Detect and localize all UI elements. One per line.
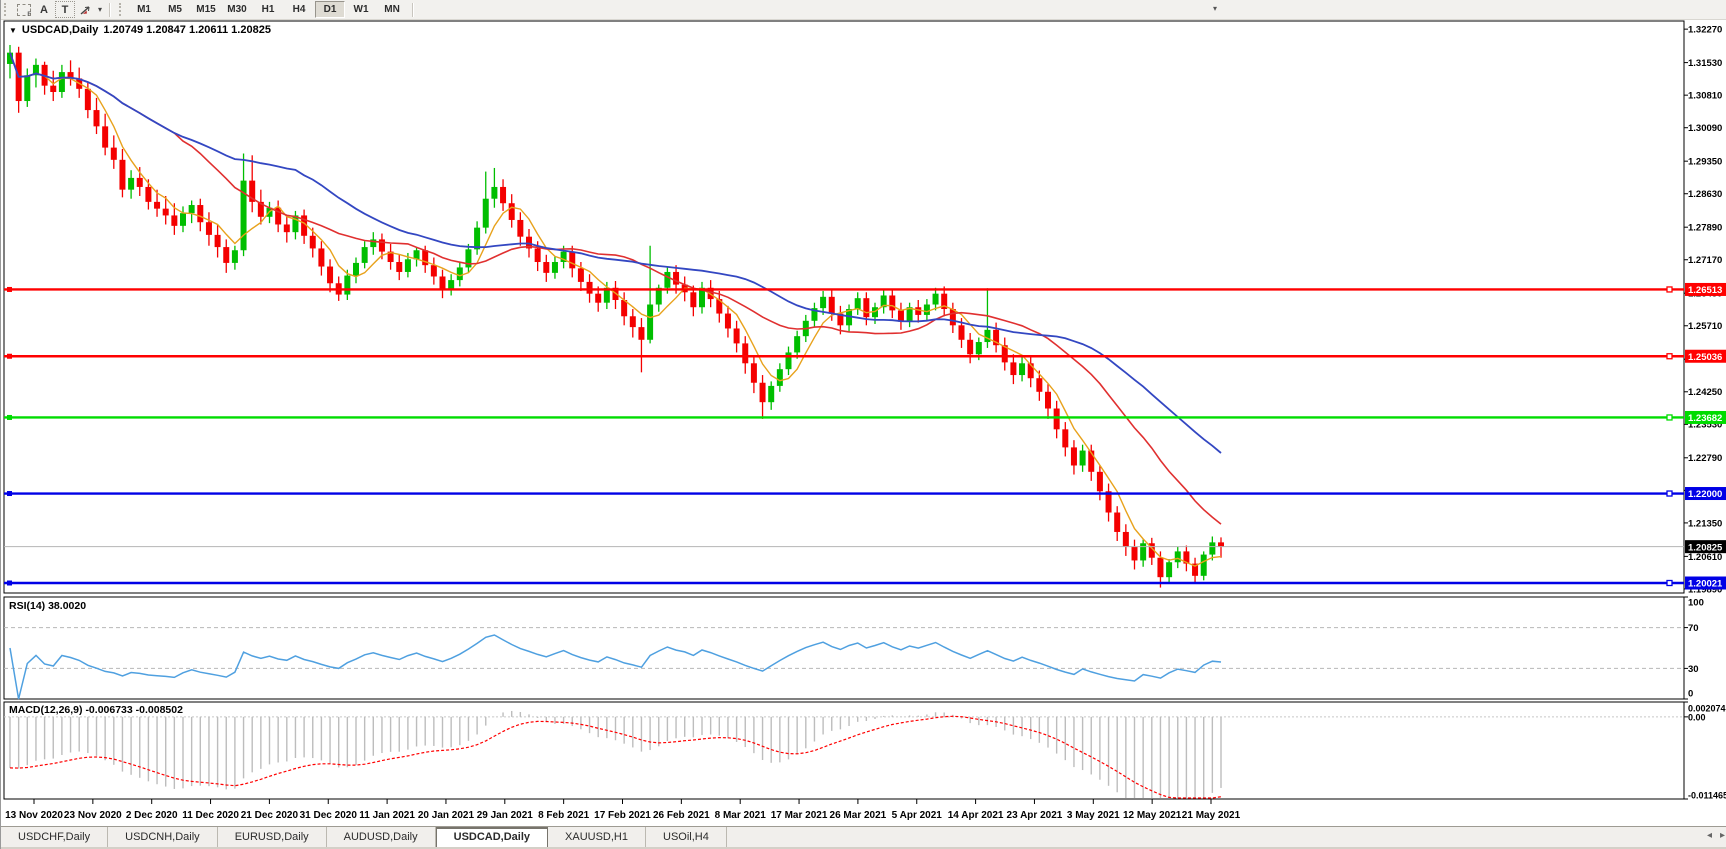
- tab-eurusd-daily[interactable]: EURUSD,Daily: [218, 827, 327, 847]
- svg-text:1.27170: 1.27170: [1688, 255, 1722, 266]
- tab-audusd-daily[interactable]: AUDUSD,Daily: [327, 827, 436, 847]
- diagonal-arrows-icon: [80, 5, 90, 15]
- date-axis: 13 Nov 2020 23 Nov 2020 2 Dec 2020 11 Dec 2…: [5, 799, 1241, 821]
- tab-scroll-left-icon[interactable]: ◂: [1707, 829, 1712, 843]
- svg-text:70: 70: [1688, 623, 1699, 634]
- dashed-box-icon: F: [17, 3, 31, 18]
- svg-text:23 Apr 2021: 23 Apr 2021: [1007, 810, 1063, 821]
- svg-text:1.24250: 1.24250: [1688, 387, 1722, 398]
- svg-text:17 Feb 2021: 17 Feb 2021: [594, 810, 651, 821]
- svg-text:1.29350: 1.29350: [1688, 157, 1722, 168]
- tab-usdcnh-daily[interactable]: USDCNH,Daily: [108, 827, 218, 847]
- svg-text:1.25036: 1.25036: [1688, 352, 1722, 363]
- svg-text:1.20610: 1.20610: [1688, 552, 1722, 563]
- tab-scroll-right-icon[interactable]: ▸: [1720, 829, 1725, 843]
- timeframe-m5[interactable]: M5: [160, 1, 190, 18]
- price-chart[interactable]: 1.32270 1.31530 1.30810 1.30090 1.29350 1.286…: [1, 0, 1726, 826]
- chevron-down-icon[interactable]: ▾: [98, 5, 102, 14]
- svg-text:1.30810: 1.30810: [1688, 91, 1722, 102]
- text-tool-icon[interactable]: T: [55, 1, 75, 18]
- svg-text:1.25710: 1.25710: [1688, 321, 1722, 332]
- svg-text:3 May 2021: 3 May 2021: [1067, 810, 1120, 821]
- svg-text:5 Apr 2021: 5 Apr 2021: [892, 810, 943, 821]
- timeframe-m30[interactable]: M30: [222, 1, 252, 18]
- svg-text:8 Feb 2021: 8 Feb 2021: [538, 810, 590, 821]
- timeframe-h4[interactable]: H4: [284, 1, 314, 18]
- svg-text:30: 30: [1688, 664, 1699, 675]
- svg-text:11 Dec 2020: 11 Dec 2020: [182, 810, 239, 821]
- svg-text:12 May 2021: 12 May 2021: [1123, 810, 1182, 821]
- svg-text:1.32270: 1.32270: [1688, 25, 1722, 36]
- svg-text:11 Jan 2021: 11 Jan 2021: [359, 810, 415, 821]
- mt4-window: F A T ▾ M1 M5 M15 M30 H1 H4 D1 W1 MN ▾ 1.32270 1.…: [0, 0, 1726, 849]
- price-axis: 1.32270 1.31530 1.30810 1.30090 1.29350 1.286…: [1684, 25, 1722, 595]
- tab-xauusd-h1[interactable]: XAUUSD,H1: [548, 827, 646, 847]
- svg-text:1.28630: 1.28630: [1688, 189, 1722, 200]
- timeframe-mn[interactable]: MN: [377, 1, 407, 18]
- svg-text:1.31530: 1.31530: [1688, 58, 1722, 69]
- toolbar: F A T ▾ M1 M5 M15 M30 H1 H4 D1 W1 MN ▾: [1, 0, 1726, 20]
- svg-text:29 Jan 2021: 29 Jan 2021: [477, 810, 534, 821]
- toolbar-grip[interactable]: [4, 3, 11, 16]
- svg-text:23 Nov 2020: 23 Nov 2020: [64, 810, 122, 821]
- svg-text:31 Dec 2020: 31 Dec 2020: [300, 810, 358, 821]
- toolbar-grip-2[interactable]: [119, 3, 126, 16]
- svg-text:26 Mar 2021: 26 Mar 2021: [830, 810, 887, 821]
- tab-usdcad-daily[interactable]: USDCAD,Daily: [435, 827, 549, 847]
- svg-text:1.21350: 1.21350: [1688, 518, 1722, 529]
- tab-usoil-h4[interactable]: USOil,H4: [646, 827, 727, 847]
- svg-text:1.26513: 1.26513: [1688, 285, 1722, 296]
- svg-text:13 Nov 2020: 13 Nov 2020: [5, 810, 63, 821]
- svg-text:21 May 2021: 21 May 2021: [1182, 810, 1241, 821]
- timeframe-m15[interactable]: M15: [191, 1, 221, 18]
- svg-text:2 Dec 2020: 2 Dec 2020: [126, 810, 178, 821]
- svg-text:1.22790: 1.22790: [1688, 453, 1722, 464]
- svg-text:20 Jan 2021: 20 Jan 2021: [418, 810, 475, 821]
- svg-text:17 Mar 2021: 17 Mar 2021: [771, 810, 828, 821]
- svg-text:1.22000: 1.22000: [1688, 489, 1722, 500]
- toolbar-separator: [109, 2, 112, 17]
- arrows-icon[interactable]: [77, 2, 95, 17]
- template-icon[interactable]: F: [15, 2, 33, 18]
- svg-text:100: 100: [1688, 597, 1704, 608]
- tab-usdchf-daily[interactable]: USDCHF,Daily: [1, 827, 109, 847]
- toolbar-separator-2: [412, 2, 415, 17]
- text-label-icon[interactable]: A: [35, 2, 53, 17]
- svg-text:1.30090: 1.30090: [1688, 123, 1722, 134]
- svg-text:1.27890: 1.27890: [1688, 223, 1722, 234]
- svg-text:1.20021: 1.20021: [1688, 579, 1723, 590]
- svg-text:14 Apr 2021: 14 Apr 2021: [948, 810, 1004, 821]
- chart-panels: [3, 20, 1685, 800]
- svg-text:21 Dec 2020: 21 Dec 2020: [241, 810, 299, 821]
- timeframe-d1[interactable]: D1: [315, 1, 346, 18]
- svg-text:26 Feb 2021: 26 Feb 2021: [653, 810, 710, 821]
- svg-text:0: 0: [1688, 688, 1693, 699]
- timeframe-h1[interactable]: H1: [253, 1, 283, 18]
- tab-scroll-buttons: ◂ ▸: [1707, 829, 1725, 843]
- svg-text:1.20825: 1.20825: [1688, 542, 1723, 553]
- toolbar-overflow-icon[interactable]: ▾: [1213, 4, 1217, 13]
- timeframe-w1[interactable]: W1: [346, 1, 376, 18]
- svg-text:-0.011465: -0.011465: [1688, 790, 1726, 800]
- svg-text:1.23682: 1.23682: [1688, 413, 1722, 424]
- timeframe-m1[interactable]: M1: [129, 1, 159, 18]
- symbol-tabbar: USDCHF,Daily USDCNH,Daily EURUSD,Daily AUDU…: [1, 826, 1726, 847]
- svg-text:0.00: 0.00: [1688, 712, 1706, 722]
- svg-text:8 Mar 2021: 8 Mar 2021: [715, 810, 767, 821]
